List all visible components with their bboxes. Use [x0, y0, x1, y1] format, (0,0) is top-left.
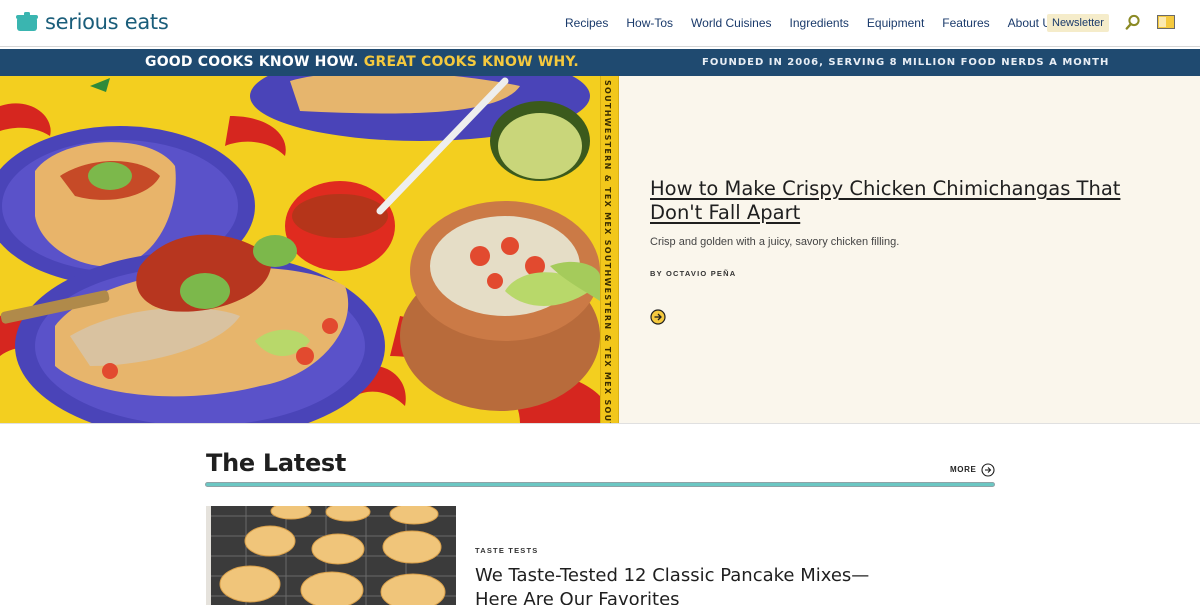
nav-ingredients[interactable]: Ingredients — [790, 16, 849, 30]
nav-how-tos[interactable]: How-Tos — [626, 16, 673, 30]
header-divider — [0, 46, 1200, 47]
hero-byline: BY OCTAVIO PEÑA — [650, 269, 737, 278]
arrow-right-circle-icon[interactable] — [981, 463, 995, 477]
nav-equipment[interactable]: Equipment — [867, 16, 924, 30]
tagline-part-1: GOOD COOKS KNOW HOW. — [145, 54, 359, 70]
nav-features[interactable]: Features — [942, 16, 989, 30]
tagline: GOOD COOKS KNOW HOW. GREAT COOKS KNOW WH… — [145, 54, 579, 70]
hero-image[interactable] — [0, 76, 600, 423]
nav-recipes[interactable]: Recipes — [565, 16, 608, 30]
card-title-link[interactable]: We Taste-Tested 12 Classic Pancake Mixes… — [475, 564, 905, 605]
site-header: serious eats Recipes How-Tos World Cuisi… — [0, 0, 1200, 47]
site-logo[interactable]: serious eats — [16, 10, 169, 34]
menu-icon[interactable] — [1157, 15, 1175, 29]
pancake-card-image[interactable] — [206, 506, 456, 605]
hero-title-link[interactable]: How to Make Crispy Chicken Chimichangas … — [650, 177, 1150, 225]
hero-feature: SOUTHWESTERN & TEX MEX SOUTHWESTERN & TE… — [0, 76, 1200, 423]
main-nav: Recipes How-Tos World Cuisines Ingredien… — [565, 16, 1075, 30]
search-icon[interactable] — [1125, 14, 1141, 30]
founded-note: FOUNDED IN 2006, SERVING 8 MILLION FOOD … — [702, 57, 1110, 68]
tagline-banner: GOOD COOKS KNOW HOW. GREAT COOKS KNOW WH… — [0, 49, 1200, 76]
category-label: SOUTHWESTERN & TEX MEX SOUTHWESTERN & TE… — [603, 80, 612, 423]
pancake-photo — [206, 506, 456, 605]
hero-description: Crisp and golden with a juicy, savory ch… — [650, 236, 900, 248]
logo-text: serious eats — [45, 10, 169, 34]
tagline-part-2: GREAT COOKS KNOW WHY. — [363, 54, 579, 70]
card-eyebrow[interactable]: TASTE TESTS — [475, 546, 538, 555]
nav-world-cuisines[interactable]: World Cuisines — [691, 16, 771, 30]
category-strip[interactable]: SOUTHWESTERN & TEX MEX SOUTHWESTERN & TE… — [600, 76, 619, 423]
hero-divider — [0, 423, 1200, 424]
chimichanga-photo — [0, 76, 600, 423]
more-link[interactable]: MORE — [950, 465, 976, 474]
pot-icon — [16, 12, 38, 31]
newsletter-button[interactable]: Newsletter — [1047, 14, 1109, 32]
arrow-right-icon[interactable] — [650, 309, 666, 325]
latest-divider — [205, 482, 995, 487]
latest-heading: The Latest — [206, 449, 347, 477]
